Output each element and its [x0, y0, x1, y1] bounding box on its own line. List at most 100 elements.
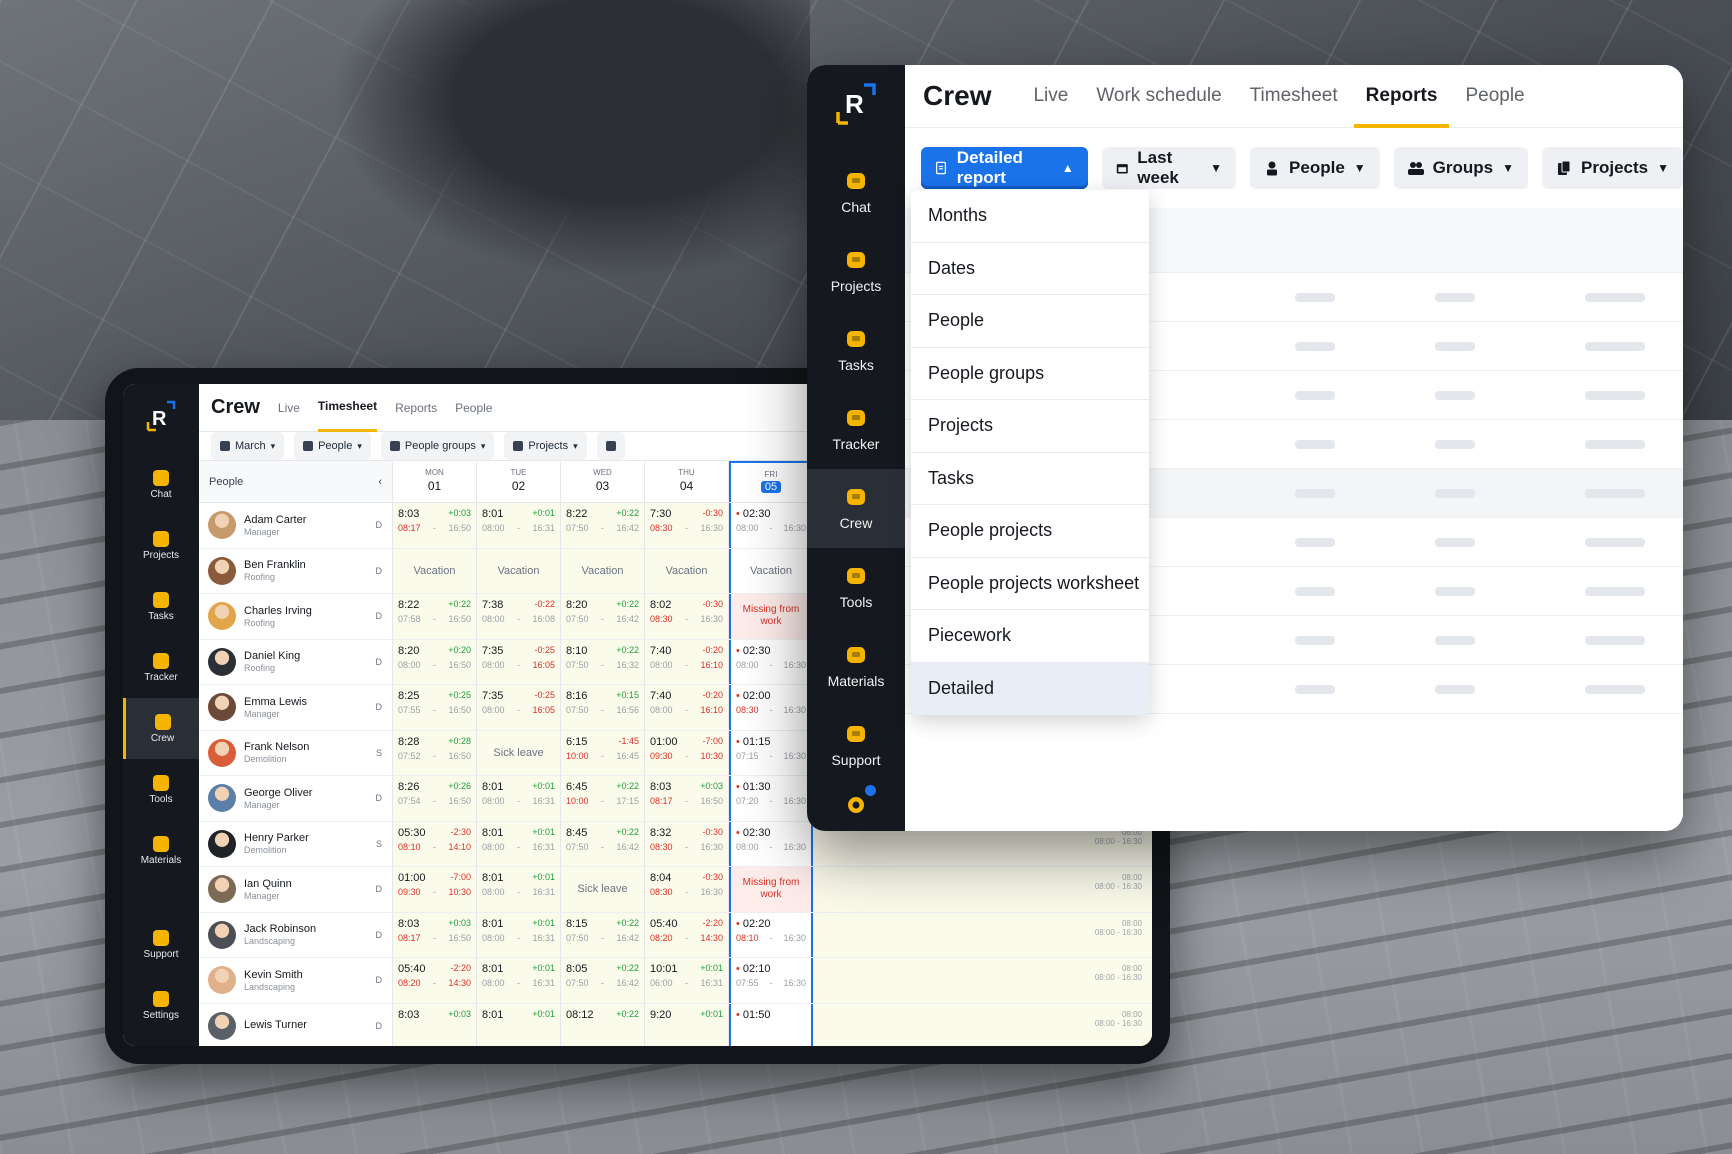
sidebar-item-tools[interactable]: Tools [807, 548, 905, 627]
time-cell[interactable]: • 01:30 07:20-16:30 [729, 776, 813, 821]
app-logo-icon[interactable]: R [145, 400, 177, 432]
time-cell[interactable]: 01:00 -7:00 09:30 - 10:30 [393, 867, 477, 912]
menu-item-people-projects-worksheet[interactable]: People projects worksheet [911, 558, 1149, 610]
tablet-tab-reports[interactable]: Reports [395, 384, 437, 432]
tab-live[interactable]: Live [1033, 65, 1068, 128]
time-cell[interactable]: 6:45 +0:22 10:00 - 17:15 [561, 776, 645, 821]
view-toggle-button[interactable] [596, 432, 625, 460]
sidebar-item-tracker[interactable]: Tracker [807, 390, 905, 469]
tablet-tab-live[interactable]: Live [278, 384, 300, 432]
person-cell[interactable]: Ben Franklin Roofing D [199, 548, 393, 593]
tablet-tab-people[interactable]: People [455, 384, 492, 432]
time-cell[interactable]: 8:22 +0:22 07:50 - 16:42 [561, 503, 645, 548]
time-cell[interactable]: 7:40 -0:20 08:00 - 16:10 [645, 639, 729, 684]
tab-people[interactable]: People [1465, 65, 1524, 128]
person-cell[interactable]: Henry Parker Demolition S [199, 821, 393, 866]
time-cell[interactable]: 8:03 +0:03 08:17 - 16:50 [645, 776, 729, 821]
time-cell[interactable]: 8:03 +0:03 08:17 - 16:50 [393, 503, 477, 548]
time-cell[interactable]: 9:20 +0:01 [645, 1003, 729, 1046]
time-cell[interactable]: 8:04 -0:30 08:30 - 16:30 [645, 867, 729, 912]
time-cell[interactable]: 8:03 +0:03 08:17 - 16:50 [393, 912, 477, 957]
time-cell[interactable]: 10:01 +0:01 06:00 - 16:31 [645, 958, 729, 1003]
time-cell[interactable]: 8:01 +0:01 08:00 - 16:31 [477, 867, 561, 912]
sidebar-item-crew[interactable]: Crew [807, 469, 905, 548]
absence-cell[interactable]: Sick leave [561, 867, 645, 912]
menu-item-people-groups[interactable]: People groups [911, 348, 1149, 400]
absence-cell[interactable]: Vacation [729, 548, 813, 593]
time-cell[interactable]: 8:20 +0:20 08:00 - 16:50 [393, 639, 477, 684]
tablet-sidebar-item-tasks[interactable]: Tasks [123, 576, 199, 637]
time-cell[interactable]: 8:01 +0:01 08:00 - 16:31 [477, 912, 561, 957]
menu-item-people[interactable]: People [911, 295, 1149, 348]
time-cell[interactable]: 8:01 +0:01 08:00 - 16:31 [477, 958, 561, 1003]
time-cell[interactable]: 8:01 +0:01 [477, 1003, 561, 1046]
tab-timesheet[interactable]: Timesheet [1250, 65, 1338, 128]
person-cell[interactable]: Charles Irving Roofing D [199, 594, 393, 639]
sidebar-item-materials[interactable]: Materials [807, 627, 905, 706]
time-cell[interactable]: • 02:00 08:30-16:30 [729, 685, 813, 730]
projects-dropdown[interactable]: Projects ▼ [1542, 147, 1683, 189]
person-cell[interactable]: Emma Lewis Manager D [199, 685, 393, 730]
period-dropdown[interactable]: Last week ▼ [1101, 147, 1237, 189]
time-cell[interactable]: 05:40 -2:20 08:20 - 14:30 [645, 912, 729, 957]
time-cell[interactable]: 01:00 -7:00 09:30 - 10:30 [645, 730, 729, 775]
menu-item-dates[interactable]: Dates [911, 243, 1149, 295]
person-cell[interactable]: Jack Robinson Landscaping D [199, 912, 393, 957]
tab-reports[interactable]: Reports [1353, 65, 1450, 128]
time-cell[interactable]: 7:35 -0:25 08:00 - 16:05 [477, 685, 561, 730]
people-filter[interactable]: People ▾ [294, 432, 371, 460]
sidebar-item-projects[interactable]: Projects [807, 232, 905, 311]
tablet-sidebar-item-tools[interactable]: Tools [123, 759, 199, 820]
absence-cell[interactable]: Sick leave [477, 730, 561, 775]
time-cell[interactable]: 08:12 +0:22 [561, 1003, 645, 1046]
tablet-sidebar-item-crew[interactable]: Crew [123, 698, 199, 759]
tablet-sidebar-item-settings[interactable]: Settings [123, 975, 199, 1036]
tablet-sidebar-item-support[interactable]: Support [123, 914, 199, 975]
projects-filter[interactable]: Projects ▾ [504, 432, 587, 460]
sidebar-item-chat[interactable]: Chat [807, 153, 905, 232]
time-cell[interactable]: 8:25 +0:25 07:55 - 16:50 [393, 685, 477, 730]
time-cell[interactable]: 8:32 -0:30 08:30 - 16:30 [645, 821, 729, 866]
settings-gear-icon[interactable] [844, 785, 876, 817]
time-cell[interactable]: • 02:30 08:00-16:30 [729, 639, 813, 684]
time-cell[interactable]: • 02:10 07:55-16:30 [729, 958, 813, 1003]
menu-item-detailed[interactable]: Detailed [911, 662, 1149, 715]
time-cell[interactable]: • 02:30 08:00-16:30 [729, 503, 813, 548]
time-cell[interactable]: • 01:15 07:15-16:30 [729, 730, 813, 775]
groups-dropdown[interactable]: Groups ▼ [1393, 147, 1529, 189]
time-cell[interactable]: 8:10 +0:22 07:50 - 16:32 [561, 639, 645, 684]
time-cell[interactable]: • 01:50 [729, 1003, 813, 1046]
absence-cell[interactable]: Vacation [561, 548, 645, 593]
time-cell[interactable]: 8:20 +0:22 07:50 - 16:42 [561, 594, 645, 639]
person-cell[interactable]: Kevin Smith Landscaping D [199, 958, 393, 1003]
time-cell[interactable]: 8:01 +0:01 08:00 - 16:31 [477, 776, 561, 821]
tab-work-schedule[interactable]: Work schedule [1096, 65, 1221, 128]
sidebar-item-tasks[interactable]: Tasks [807, 311, 905, 390]
menu-item-piecework[interactable]: Piecework [911, 610, 1149, 663]
time-cell[interactable]: 8:01 +0:01 08:00 - 16:31 [477, 821, 561, 866]
people-groups-filter[interactable]: People groups ▾ [380, 432, 495, 460]
app-logo-icon[interactable]: R [832, 79, 880, 127]
tablet-sidebar-item-chat[interactable]: Chat [123, 454, 199, 515]
time-cell[interactable]: 8:22 +0:22 07:58 - 16:50 [393, 594, 477, 639]
time-cell[interactable]: 7:40 -0:20 08:00 - 16:10 [645, 685, 729, 730]
collapse-chevron-icon[interactable]: ‹ [378, 476, 382, 488]
report-type-dropdown[interactable]: Detailed report ▲ [921, 147, 1088, 189]
time-cell[interactable]: 8:26 +0:26 07:54 - 16:50 [393, 776, 477, 821]
absence-cell[interactable]: Vacation [645, 548, 729, 593]
menu-item-tasks[interactable]: Tasks [911, 453, 1149, 505]
time-cell[interactable]: 8:05 +0:22 07:50 - 16:42 [561, 958, 645, 1003]
time-cell[interactable]: 8:28 +0:28 07:52 - 16:50 [393, 730, 477, 775]
tablet-sidebar-item-projects[interactable]: Projects [123, 515, 199, 576]
time-cell[interactable]: 8:45 +0:22 07:50 - 16:42 [561, 821, 645, 866]
absence-cell[interactable]: Vacation [393, 548, 477, 593]
month-filter[interactable]: March ▾ [211, 432, 285, 460]
missing-cell[interactable]: Missing from work [729, 867, 813, 912]
menu-item-projects[interactable]: Projects [911, 400, 1149, 453]
time-cell[interactable]: 05:30 -2:30 08:10 - 14:10 [393, 821, 477, 866]
person-cell[interactable]: Adam Carter Manager D [199, 503, 393, 548]
sidebar-item-support[interactable]: Support [807, 706, 905, 785]
time-cell[interactable]: • 02:20 08:10-16:30 [729, 912, 813, 957]
time-cell[interactable]: • 02:30 08:00-16:30 [729, 821, 813, 866]
absence-cell[interactable]: Vacation [477, 548, 561, 593]
